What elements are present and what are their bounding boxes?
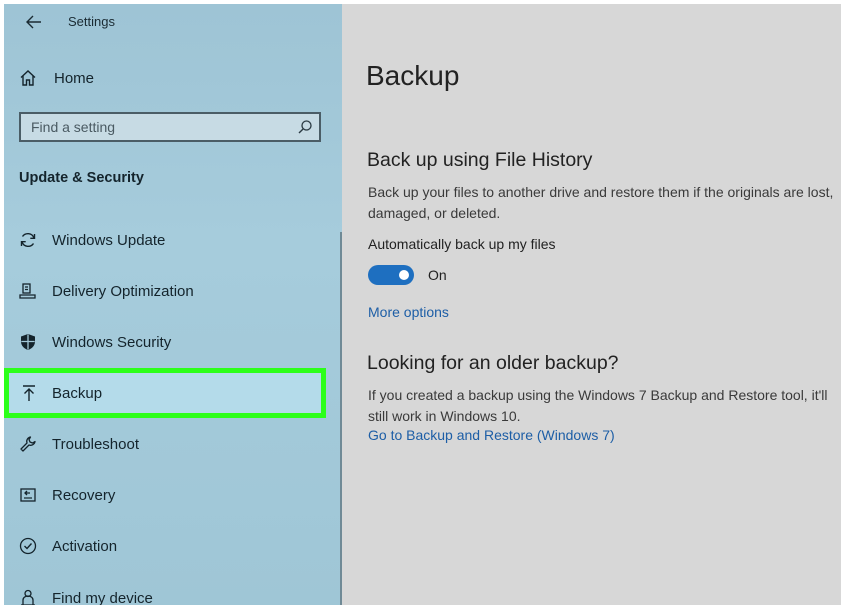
sidebar-item-label: Troubleshoot: [52, 435, 139, 453]
sidebar-item-label: Find my device: [52, 589, 153, 606]
older-backup-description: If you created a backup using the Window…: [368, 387, 828, 424]
person-location-icon: [18, 588, 38, 605]
sidebar-item-backup[interactable]: Backup: [4, 368, 326, 418]
home-link[interactable]: Home: [18, 68, 94, 88]
more-options-link[interactable]: More options: [368, 304, 449, 320]
sidebar-item-recovery[interactable]: Recovery: [4, 474, 342, 516]
auto-backup-label: Automatically back up my files: [368, 236, 556, 252]
page-title: Backup: [366, 60, 460, 91]
file-history-description: Back up your files to another drive and …: [368, 184, 834, 221]
search-icon[interactable]: [297, 119, 313, 135]
shield-icon: [18, 332, 38, 352]
main-content: Backup Back up using File History Back u…: [342, 4, 841, 605]
sidebar-item-label: Delivery Optimization: [52, 282, 194, 300]
toggle-state-label: On: [428, 267, 447, 283]
search-box[interactable]: [19, 112, 321, 142]
home-icon: [20, 70, 36, 86]
window-title: Settings: [68, 14, 115, 29]
sidebar-item-label: Windows Security: [52, 333, 172, 351]
older-backup-heading: Looking for an older backup?: [367, 352, 619, 374]
section-title: Update & Security: [19, 170, 144, 186]
search-input[interactable]: [21, 114, 311, 140]
sidebar: Settings Home Update & Security Windows …: [4, 4, 342, 605]
sidebar-item-label: Activation: [52, 537, 118, 555]
upload-icon: [19, 383, 39, 403]
backup-restore-link[interactable]: Go to Backup and Restore (Windows 7): [368, 427, 615, 443]
delivery-icon: [18, 281, 38, 301]
sidebar-item-find-my-device[interactable]: Find my device: [4, 577, 342, 605]
wrench-icon: [18, 434, 38, 454]
sync-icon: [18, 230, 38, 250]
sidebar-item-windows-update[interactable]: Windows Update: [4, 219, 342, 261]
sidebar-item-label: Windows Update: [52, 231, 166, 249]
sidebar-item-label: Recovery: [52, 486, 116, 504]
home-label: Home: [54, 69, 95, 87]
sidebar-item-activation[interactable]: Activation: [4, 525, 342, 567]
back-button[interactable]: [22, 10, 46, 34]
sidebar-item-troubleshoot[interactable]: Troubleshoot: [4, 423, 342, 465]
toggle-knob: [399, 270, 409, 280]
sidebar-item-windows-security[interactable]: Windows Security: [4, 321, 342, 363]
sidebar-item-label: Backup: [52, 384, 103, 402]
file-history-heading: Back up using File History: [367, 149, 593, 171]
auto-backup-toggle[interactable]: [368, 265, 414, 285]
sidebar-item-delivery-optimization[interactable]: Delivery Optimization: [4, 270, 342, 312]
back-arrow-icon: [26, 15, 41, 29]
check-circle-icon: [18, 536, 38, 556]
recovery-icon: [18, 485, 38, 505]
